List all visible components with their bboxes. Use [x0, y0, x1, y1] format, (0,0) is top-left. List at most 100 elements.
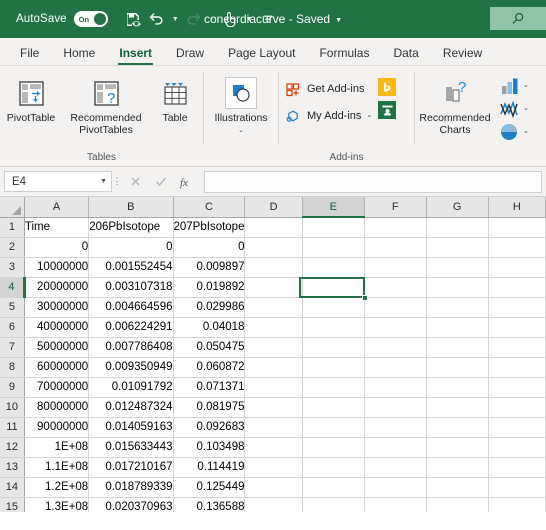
cell-D10[interactable] [244, 397, 303, 418]
cell-E14[interactable] [302, 477, 365, 498]
cell-C10[interactable]: 0.081975 [173, 397, 246, 418]
touch-mode-icon[interactable] [220, 7, 242, 31]
cell-H3[interactable] [488, 257, 546, 278]
row-header-14[interactable]: 14 [0, 477, 25, 498]
cell-F7[interactable] [364, 337, 427, 358]
row-header-11[interactable]: 11 [0, 417, 25, 438]
column-header-h[interactable]: H [488, 197, 546, 218]
cell-F14[interactable] [364, 477, 427, 498]
cell-A10[interactable]: 80000000 [24, 397, 90, 418]
cell-A11[interactable]: 90000000 [24, 417, 90, 438]
cell-H8[interactable] [488, 357, 546, 378]
cell-C8[interactable]: 0.060872 [173, 357, 246, 378]
cell-C9[interactable]: 0.071371 [173, 377, 246, 398]
pivot-table-button[interactable]: PivotTable [0, 70, 62, 124]
get-add-ins-button[interactable]: Get Add-ins [285, 78, 372, 100]
autosave-control[interactable]: AutoSave On [16, 11, 108, 27]
column-header-f[interactable]: F [364, 197, 427, 218]
cell-G11[interactable] [426, 417, 489, 438]
tab-home[interactable]: Home [51, 43, 107, 65]
illustrations-button[interactable]: Illustrations ⌄ [204, 70, 278, 135]
cell-F11[interactable] [364, 417, 427, 438]
bing-maps-icon[interactable] [378, 78, 397, 96]
tab-data[interactable]: Data [381, 43, 430, 65]
my-add-ins-button[interactable]: My Add-ins ⌄ [285, 105, 372, 127]
cell-H2[interactable] [488, 237, 546, 258]
cell-H9[interactable] [488, 377, 546, 398]
cell-H7[interactable] [488, 337, 546, 358]
row-header-1[interactable]: 1 [0, 217, 25, 238]
fill-handle[interactable] [362, 295, 368, 301]
tab-formulas[interactable]: Formulas [307, 43, 381, 65]
cell-G2[interactable] [426, 237, 489, 258]
cell-C15[interactable]: 0.136588 [173, 497, 246, 512]
cell-A2[interactable]: 0 [24, 237, 90, 258]
tab-review[interactable]: Review [431, 43, 494, 65]
column-chart-button[interactable]: ⌄ [499, 76, 529, 96]
row-header-8[interactable]: 8 [0, 357, 25, 378]
cell-D5[interactable] [244, 297, 303, 318]
cell-B4[interactable]: 0.003107318 [88, 277, 174, 298]
cell-F5[interactable] [364, 297, 427, 318]
cell-F15[interactable] [364, 497, 427, 512]
column-header-g[interactable]: G [426, 197, 489, 218]
cell-E7[interactable] [302, 337, 365, 358]
row-header-9[interactable]: 9 [0, 377, 25, 398]
cell-D8[interactable] [244, 357, 303, 378]
cell-E3[interactable] [302, 257, 365, 278]
cell-H14[interactable] [488, 477, 546, 498]
row-header-5[interactable]: 5 [0, 297, 25, 318]
row-header-15[interactable]: 15 [0, 497, 25, 512]
column-header-c[interactable]: C [173, 197, 246, 218]
cell-H15[interactable] [488, 497, 546, 512]
cell-D2[interactable] [244, 237, 303, 258]
cell-G14[interactable] [426, 477, 489, 498]
cell-A1[interactable]: Time [24, 217, 90, 238]
cell-A12[interactable]: 1E+08 [24, 437, 90, 458]
cell-A8[interactable]: 60000000 [24, 357, 90, 378]
cell-D11[interactable] [244, 417, 303, 438]
cell-D13[interactable] [244, 457, 303, 478]
tab-insert[interactable]: Insert [107, 43, 164, 65]
formula-input[interactable] [204, 170, 542, 193]
pie-chart-button[interactable]: ⌄ [499, 122, 529, 142]
cell-E12[interactable] [302, 437, 365, 458]
cell-E10[interactable] [302, 397, 365, 418]
cell-A7[interactable]: 50000000 [24, 337, 90, 358]
column-chart-chevron-down-icon[interactable]: ⌄ [523, 82, 529, 90]
cell-E8[interactable] [302, 357, 365, 378]
cell-G7[interactable] [426, 337, 489, 358]
cell-B15[interactable]: 0.020370963 [88, 497, 174, 512]
name-box-chevron-down-icon[interactable]: ▼ [100, 178, 107, 185]
insert-function-fx-icon[interactable]: fx [174, 171, 200, 193]
cell-A15[interactable]: 1.3E+08 [24, 497, 90, 512]
cell-F4[interactable] [364, 277, 427, 298]
cell-G10[interactable] [426, 397, 489, 418]
name-box[interactable]: E4 ▼ [4, 171, 112, 192]
cell-G15[interactable] [426, 497, 489, 512]
cell-B8[interactable]: 0.009350949 [88, 357, 174, 378]
document-title-chevron-down-icon[interactable]: ▼ [335, 17, 342, 24]
cell-F1[interactable] [364, 217, 427, 238]
cell-E5[interactable] [302, 297, 365, 318]
cell-A13[interactable]: 1.1E+08 [24, 457, 90, 478]
cell-A14[interactable]: 1.2E+08 [24, 477, 90, 498]
cell-D9[interactable] [244, 377, 303, 398]
cell-B13[interactable]: 0.017210167 [88, 457, 174, 478]
cell-F9[interactable] [364, 377, 427, 398]
cell-B10[interactable]: 0.012487324 [88, 397, 174, 418]
tab-page-layout[interactable]: Page Layout [216, 43, 307, 65]
cell-G4[interactable] [426, 277, 489, 298]
cell-B2[interactable]: 0 [88, 237, 174, 258]
cell-F3[interactable] [364, 257, 427, 278]
cell-D3[interactable] [244, 257, 303, 278]
customize-quick-access-toolbar-icon[interactable] [257, 7, 279, 31]
tab-file[interactable]: File [8, 43, 51, 65]
tab-draw[interactable]: Draw [164, 43, 216, 65]
cell-G6[interactable] [426, 317, 489, 338]
cell-G9[interactable] [426, 377, 489, 398]
cell-F12[interactable] [364, 437, 427, 458]
cell-C14[interactable]: 0.125449 [173, 477, 246, 498]
undo-dropdown-chevron-down-icon[interactable]: ▼ [170, 7, 181, 31]
cell-C6[interactable]: 0.04018 [173, 317, 246, 338]
